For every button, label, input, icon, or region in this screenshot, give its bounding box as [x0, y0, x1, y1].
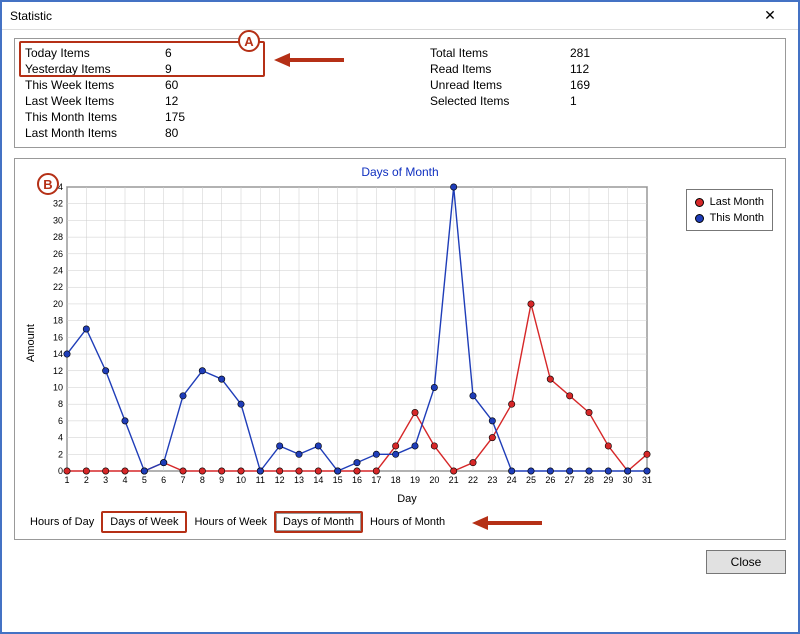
y-axis-label: Amount — [23, 181, 37, 505]
svg-text:24: 24 — [507, 475, 517, 485]
stats-right-col: Total Items281 Read Items112 Unread Item… — [430, 45, 775, 141]
chart-tabs: Hours of Day Days of Week Hours of Week … — [23, 511, 777, 533]
stat-value: 60 — [165, 77, 225, 93]
svg-text:1: 1 — [64, 475, 69, 485]
svg-text:16: 16 — [352, 475, 362, 485]
svg-text:5: 5 — [142, 475, 147, 485]
tab-days-of-week[interactable]: Days of Week — [103, 513, 185, 531]
stat-label: This Week Items — [25, 77, 165, 93]
stat-value: 9 — [165, 61, 225, 77]
stat-value: 80 — [165, 125, 225, 141]
svg-text:18: 18 — [391, 475, 401, 485]
stat-label: Last Month Items — [25, 125, 165, 141]
stat-label: Read Items — [430, 61, 570, 77]
svg-text:17: 17 — [371, 475, 381, 485]
stat-value: 6 — [165, 45, 225, 61]
svg-text:11: 11 — [256, 475, 265, 485]
stat-label: Unread Items — [430, 77, 570, 93]
svg-text:22: 22 — [468, 475, 478, 485]
legend-label: Last Month — [710, 194, 764, 210]
svg-text:0: 0 — [58, 466, 63, 476]
stat-value: 12 — [165, 93, 225, 109]
arrow-tabs-icon — [472, 514, 542, 532]
svg-text:21: 21 — [449, 475, 459, 485]
stat-value: 112 — [570, 61, 630, 77]
svg-text:26: 26 — [545, 475, 555, 485]
tab-days-of-month[interactable]: Days of Month — [276, 513, 361, 531]
svg-text:19: 19 — [410, 475, 420, 485]
svg-text:15: 15 — [333, 475, 343, 485]
stat-label: Selected Items — [430, 93, 570, 109]
stat-label: Yesterday Items — [25, 61, 165, 77]
svg-text:6: 6 — [161, 475, 166, 485]
stats-panel: Today Items6 Yesterday Items9 This Week … — [14, 38, 786, 148]
svg-text:34: 34 — [53, 182, 63, 192]
tab-hours-of-day[interactable]: Hours of Day — [23, 513, 101, 531]
titlebar: Statistic ✕ — [2, 2, 798, 30]
x-axis-label: Day — [37, 493, 777, 505]
chart-plot: 0246810121416182022242628303234123456789… — [37, 181, 657, 491]
stat-value: 1 — [570, 93, 630, 109]
legend-dot-icon — [695, 214, 704, 223]
legend-label: This Month — [710, 210, 764, 226]
close-button[interactable]: Close — [706, 550, 786, 574]
svg-text:18: 18 — [53, 316, 63, 326]
svg-text:14: 14 — [313, 475, 323, 485]
chart-legend: Last Month This Month — [686, 189, 773, 231]
svg-text:12: 12 — [53, 366, 63, 376]
svg-text:29: 29 — [603, 475, 613, 485]
svg-text:20: 20 — [429, 475, 439, 485]
tab-hours-of-week[interactable]: Hours of Week — [187, 513, 274, 531]
window-title: Statistic — [10, 9, 750, 23]
svg-text:30: 30 — [53, 215, 63, 225]
svg-text:14: 14 — [53, 349, 63, 359]
svg-text:2: 2 — [58, 449, 63, 459]
svg-text:30: 30 — [623, 475, 633, 485]
svg-text:4: 4 — [122, 475, 127, 485]
svg-text:10: 10 — [236, 475, 246, 485]
svg-text:6: 6 — [58, 416, 63, 426]
svg-text:25: 25 — [526, 475, 536, 485]
close-icon[interactable]: ✕ — [750, 7, 790, 24]
svg-text:8: 8 — [58, 399, 63, 409]
svg-text:22: 22 — [53, 282, 63, 292]
stat-label: Last Week Items — [25, 93, 165, 109]
stat-value: 169 — [570, 77, 630, 93]
legend-dot-icon — [695, 198, 704, 207]
stat-value: 175 — [165, 109, 225, 125]
stat-label: This Month Items — [25, 109, 165, 125]
svg-text:2: 2 — [84, 475, 89, 485]
svg-text:31: 31 — [642, 475, 652, 485]
svg-text:26: 26 — [53, 249, 63, 259]
tab-hours-of-month[interactable]: Hours of Month — [363, 513, 452, 531]
legend-item-last-month: Last Month — [695, 194, 764, 210]
legend-item-this-month: This Month — [695, 210, 764, 226]
stat-label: Total Items — [430, 45, 570, 61]
chart-panel: Days of Month Amount 0246810121416182022… — [14, 158, 786, 540]
svg-text:3: 3 — [103, 475, 108, 485]
svg-text:28: 28 — [53, 232, 63, 242]
svg-text:28: 28 — [584, 475, 594, 485]
svg-text:13: 13 — [294, 475, 304, 485]
svg-text:16: 16 — [53, 332, 63, 342]
svg-text:4: 4 — [58, 433, 63, 443]
stat-label: Today Items — [25, 45, 165, 61]
svg-text:8: 8 — [200, 475, 205, 485]
stats-left-col: Today Items6 Yesterday Items9 This Week … — [25, 45, 370, 141]
svg-text:20: 20 — [53, 299, 63, 309]
svg-text:7: 7 — [180, 475, 185, 485]
svg-text:27: 27 — [565, 475, 575, 485]
stat-value: 281 — [570, 45, 630, 61]
svg-text:9: 9 — [219, 475, 224, 485]
svg-text:23: 23 — [487, 475, 497, 485]
chart-title: Days of Month — [23, 165, 777, 179]
svg-text:12: 12 — [275, 475, 285, 485]
svg-text:10: 10 — [53, 382, 63, 392]
svg-text:32: 32 — [53, 199, 63, 209]
svg-text:24: 24 — [53, 266, 63, 276]
